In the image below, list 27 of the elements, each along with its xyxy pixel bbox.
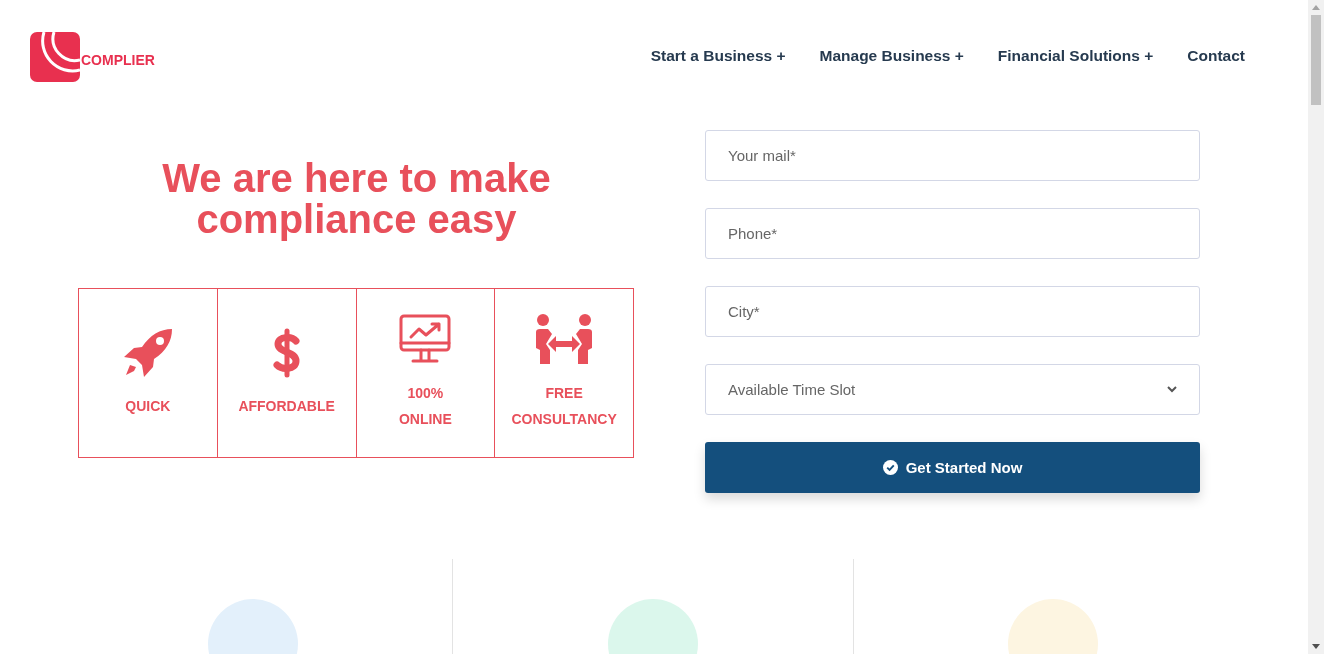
logo-icon: [30, 32, 80, 82]
time-slot-dropdown[interactable]: Available Time Slot: [705, 364, 1200, 415]
feature-label: FREE: [545, 384, 583, 403]
feature-label: CONSULTANCY: [511, 410, 617, 429]
feature-label: ONLINE: [398, 410, 452, 429]
logo-text[interactable]: COMPLIER: [81, 52, 155, 68]
scroll-down-icon[interactable]: [1312, 644, 1320, 649]
get-started-button[interactable]: Get Started Now: [705, 442, 1200, 493]
nav-link[interactable]: Start a Business +: [650, 47, 786, 65]
feature-label: AFFORDABLE: [238, 397, 335, 416]
hero-heading: We are here to make compliance easy: [161, 158, 552, 240]
nav-link[interactable]: Contact: [1187, 47, 1245, 65]
nav-link[interactable]: Financial Solutions +: [997, 47, 1154, 65]
two-people-icon: [534, 314, 595, 366]
feature-label: QUICK: [125, 397, 171, 416]
monitor-chart-icon: [399, 314, 452, 366]
text-field[interactable]: Your mail*: [705, 130, 1200, 181]
dollar-icon: [271, 327, 302, 379]
text-field[interactable]: Phone*: [705, 208, 1200, 259]
check-circle-icon: [882, 460, 898, 475]
feature-label: 100%: [407, 384, 444, 403]
scroll-up-icon[interactable]: [1312, 5, 1320, 10]
scrollbar-thumb[interactable]: [1311, 15, 1321, 105]
nav-link[interactable]: Manage Business +: [819, 47, 964, 65]
scrollbar[interactable]: [1308, 0, 1324, 654]
chevron-down-icon: [1167, 386, 1177, 393]
text-field[interactable]: City*: [705, 286, 1200, 337]
